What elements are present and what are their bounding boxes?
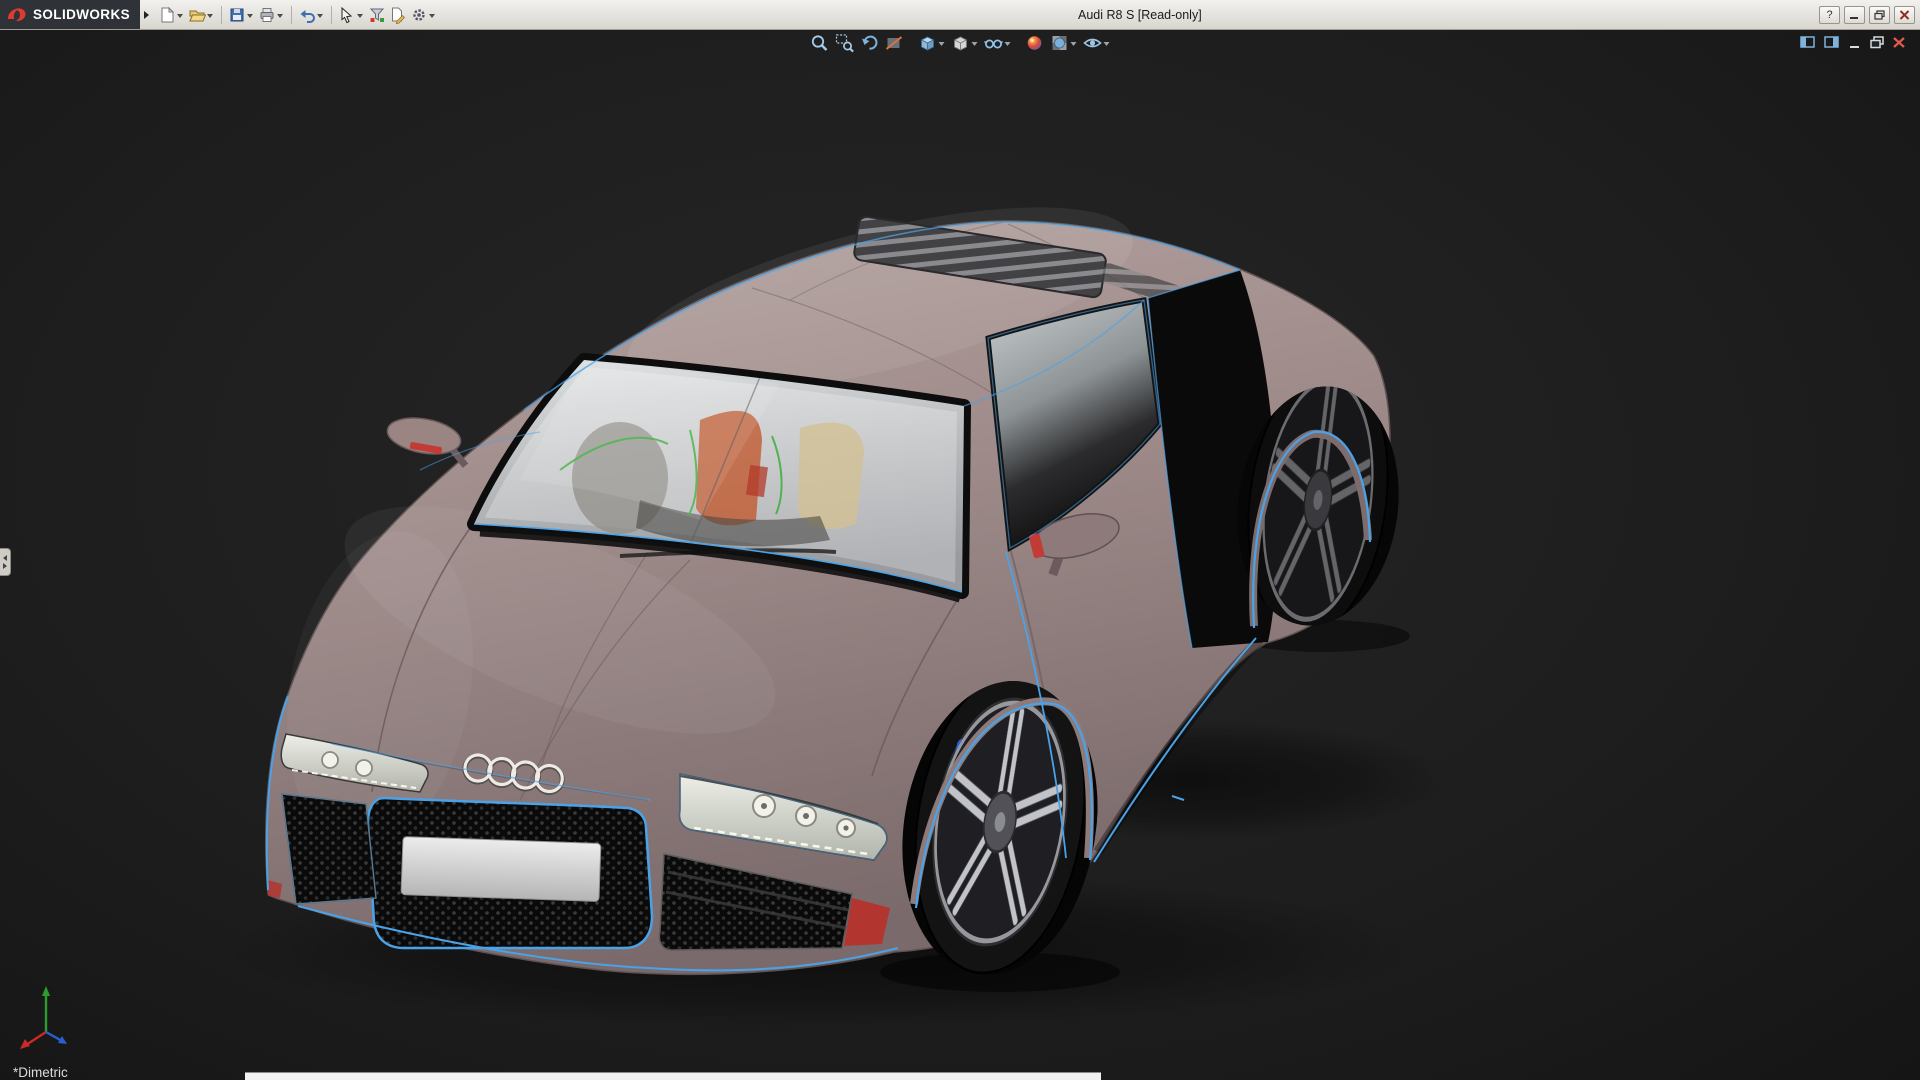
logo-text: SOLIDWORKS [33, 7, 130, 22]
options-gear-icon [410, 6, 428, 24]
undo-button[interactable] [297, 3, 326, 27]
dropdown-caret-icon[interactable] [1005, 42, 1011, 46]
window-controls: ? [1819, 6, 1920, 24]
selection-filter-button[interactable] [367, 3, 387, 27]
dropdown-caret-icon[interactable] [247, 14, 253, 18]
edit-appearance-icon [1025, 33, 1045, 53]
mirror-left[interactable] [384, 413, 473, 466]
dropdown-caret-icon[interactable] [972, 42, 978, 46]
main-toolbar [157, 3, 438, 27]
open-button[interactable] [187, 3, 216, 27]
dropdown-caret-icon[interactable] [207, 14, 213, 18]
section-view-icon [885, 33, 905, 53]
window-title: Audi R8 S [Read-only] [1078, 0, 1202, 29]
minimize-icon [1849, 10, 1860, 20]
view-orientation-icon [918, 33, 938, 53]
dropdown-caret-icon[interactable] [357, 14, 363, 18]
pane-left-icon [1800, 36, 1816, 49]
ds-logo-icon [6, 6, 27, 23]
document-window-controls [1800, 36, 1906, 49]
heads-up-view-toolbar [808, 32, 1113, 54]
select-cursor-icon [338, 6, 356, 24]
scene-canvas[interactable] [0, 29, 1920, 1080]
titlebar: SOLIDWORKS [0, 0, 1920, 30]
pane-right-icon [1824, 36, 1840, 49]
close-icon [1899, 10, 1910, 20]
print-button[interactable] [257, 3, 286, 27]
open-folder-icon [188, 6, 206, 24]
file-properties-button[interactable] [388, 3, 408, 27]
view-orientation-button[interactable] [916, 32, 948, 54]
restore-icon [1870, 36, 1884, 49]
dropdown-caret-icon[interactable] [317, 14, 323, 18]
dropdown-caret-icon[interactable] [1104, 42, 1110, 46]
new-document-button[interactable] [157, 3, 186, 27]
close-icon [1892, 36, 1906, 49]
hide-show-items-button[interactable] [982, 32, 1014, 54]
solidworks-logo: SOLIDWORKS [0, 0, 140, 29]
front-grille[interactable] [368, 798, 652, 948]
dropdown-caret-icon[interactable] [277, 14, 283, 18]
dropdown-caret-icon[interactable] [429, 14, 435, 18]
display-style-icon [951, 33, 971, 53]
previous-view-icon [860, 33, 880, 53]
dropdown-caret-icon[interactable] [1071, 42, 1077, 46]
previous-view-button[interactable] [858, 32, 882, 54]
featuremanager-flyout-handle[interactable] [0, 548, 11, 576]
restore-icon [1874, 10, 1885, 20]
close-document-button[interactable] [1892, 36, 1906, 49]
print-icon [258, 6, 276, 24]
close-button[interactable] [1894, 6, 1915, 24]
view-settings-icon [1083, 33, 1103, 53]
toolbar-separator [291, 6, 292, 24]
restore-button[interactable] [1869, 6, 1890, 24]
zoom-to-fit-icon [810, 33, 830, 53]
new-document-icon [158, 6, 176, 24]
dropdown-caret-icon[interactable] [939, 42, 945, 46]
zoom-to-area-icon [835, 33, 855, 53]
selection-filter-icon [368, 6, 386, 24]
toggle-pane-right-button[interactable] [1824, 36, 1840, 49]
solidworks-window: SOLIDWORKS [0, 0, 1920, 1080]
toolbar-expand-icon[interactable] [144, 11, 149, 19]
save-icon [228, 6, 246, 24]
undo-icon [298, 6, 316, 24]
zoom-to-area-button[interactable] [833, 32, 857, 54]
license-plate [401, 837, 601, 902]
collapse-arrow-icon [3, 555, 7, 561]
minimize-document-button[interactable] [1848, 36, 1862, 49]
toggle-pane-left-button[interactable] [1800, 36, 1816, 49]
save-button[interactable] [227, 3, 256, 27]
minimize-icon [1848, 36, 1862, 49]
view-settings-button[interactable] [1081, 32, 1113, 54]
expand-arrow-icon [3, 563, 7, 569]
bottom-taskbar-strip[interactable] [245, 1072, 1101, 1080]
minimize-button[interactable] [1844, 6, 1865, 24]
dropdown-caret-icon[interactable] [177, 14, 183, 18]
edit-appearance-button[interactable] [1023, 32, 1047, 54]
zoom-to-fit-button[interactable] [808, 32, 832, 54]
section-view-button[interactable] [883, 32, 907, 54]
select-button[interactable] [337, 3, 366, 27]
apply-scene-button[interactable] [1048, 32, 1080, 54]
restore-document-button[interactable] [1870, 36, 1884, 49]
orientation-triad [16, 980, 86, 1052]
options-button[interactable] [409, 3, 438, 27]
file-properties-icon [389, 6, 407, 24]
display-style-button[interactable] [949, 32, 981, 54]
toolbar-separator [331, 6, 332, 24]
hide-show-items-icon [984, 33, 1004, 53]
viewport-3d[interactable]: *Dimetric [0, 29, 1920, 1080]
view-orientation-label: *Dimetric [13, 1065, 68, 1080]
apply-scene-icon [1050, 33, 1070, 53]
help-button[interactable]: ? [1819, 6, 1840, 24]
toolbar-separator [221, 6, 222, 24]
